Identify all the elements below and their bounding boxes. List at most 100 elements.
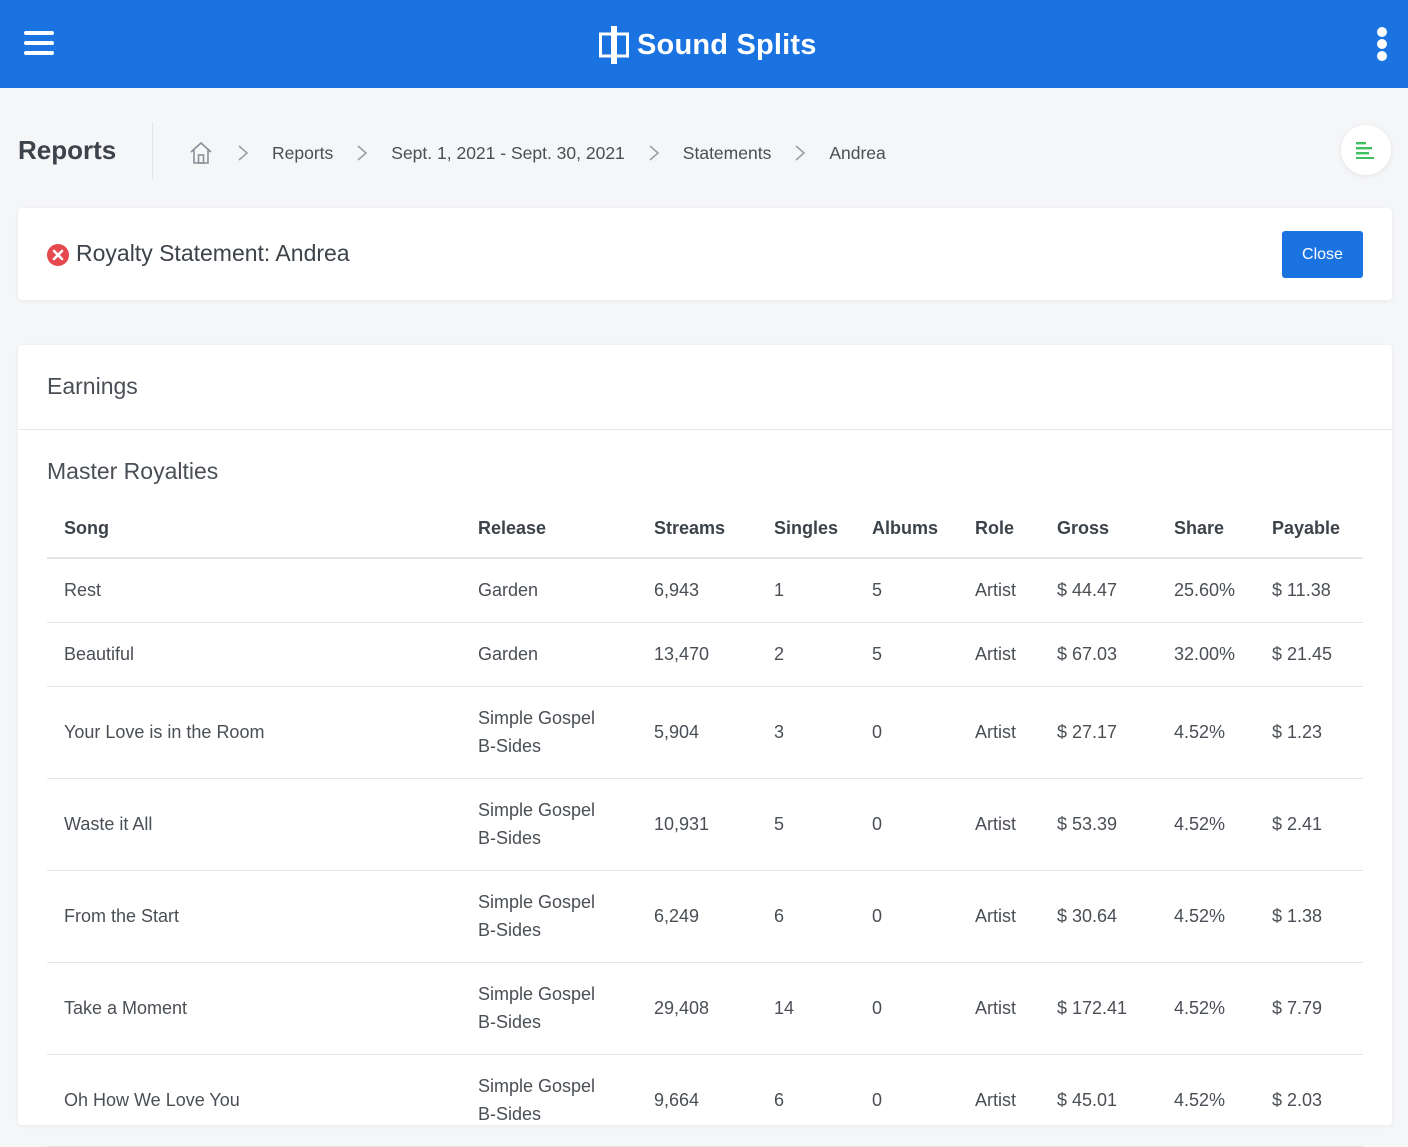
breadcrumb: Reports Sept. 1, 2021 - Sept. 30, 2021 S… [188, 138, 886, 168]
table-row: Take a Moment Simple Gospel B-Sides 29,4… [47, 962, 1363, 1055]
cell-albums: 5 [855, 622, 958, 687]
brand[interactable]: Sound Splits [599, 24, 817, 66]
cell-gross: $ 30.64 [1040, 870, 1157, 963]
cell-song: Rest [47, 558, 461, 623]
breadcrumb-reports[interactable]: Reports [272, 143, 333, 164]
chevron-right-icon [795, 145, 806, 161]
cell-gross: $ 67.03 [1040, 622, 1157, 687]
cell-albums: 0 [855, 686, 958, 779]
header-divider [152, 122, 153, 180]
table-row: Waste it All Simple Gospel B-Sides 10,93… [47, 778, 1363, 871]
cell-share: 4.52% [1157, 778, 1255, 871]
cell-albums: 0 [855, 778, 958, 871]
cell-streams: 5,904 [637, 686, 757, 779]
statement-card: Royalty Statement: Andrea Close [18, 208, 1392, 300]
cell-payable: $ 11.38 [1255, 558, 1363, 623]
cell-share: 4.52% [1157, 686, 1255, 779]
cell-release: Simple Gospel B-Sides [461, 1054, 637, 1147]
cell-streams: 9,664 [637, 1054, 757, 1147]
logo-icon [599, 26, 629, 64]
cell-payable: $ 1.38 [1255, 870, 1363, 963]
cell-song: Beautiful [47, 622, 461, 687]
earnings-card: Earnings Master Royalties Song Release S… [18, 345, 1392, 1147]
toc-button[interactable] [1341, 125, 1391, 175]
cell-role: Artist [958, 778, 1040, 871]
cell-gross: $ 45.01 [1040, 1054, 1157, 1147]
chevron-right-icon [649, 145, 660, 161]
cell-song: Oh How We Love You [47, 1054, 461, 1147]
cell-role: Artist [958, 962, 1040, 1055]
cell-albums: 5 [855, 558, 958, 623]
cell-albums: 0 [855, 870, 958, 963]
table-row: From the Start Simple Gospel B-Sides 6,2… [47, 870, 1363, 963]
cell-singles: 2 [757, 622, 855, 687]
col-header-share[interactable]: Share [1157, 500, 1255, 559]
cell-payable: $ 7.79 [1255, 962, 1363, 1055]
cell-role: Artist [958, 686, 1040, 779]
cell-payable: $ 2.03 [1255, 1054, 1363, 1147]
col-header-role[interactable]: Role [958, 500, 1040, 559]
table-header-row: Song Release Streams Singles Albums Role… [47, 500, 1363, 559]
col-header-song[interactable]: Song [47, 500, 461, 559]
breadcrumb-statements[interactable]: Statements [683, 143, 772, 164]
col-header-singles[interactable]: Singles [757, 500, 855, 559]
cell-release: Garden [461, 622, 637, 687]
cell-share: 4.52% [1157, 870, 1255, 963]
cell-song: Waste it All [47, 778, 461, 871]
cell-share: 4.52% [1157, 962, 1255, 1055]
cell-song: From the Start [47, 870, 461, 963]
cell-song: Your Love is in the Room [47, 686, 461, 779]
cell-release: Simple Gospel B-Sides [461, 962, 637, 1055]
cell-share: 25.60% [1157, 558, 1255, 623]
cell-streams: 6,943 [637, 558, 757, 623]
cell-streams: 29,408 [637, 962, 757, 1055]
cell-role: Artist [958, 1054, 1040, 1147]
breadcrumb-period[interactable]: Sept. 1, 2021 - Sept. 30, 2021 [391, 143, 625, 164]
cell-role: Artist [958, 870, 1040, 963]
cell-release: Simple Gospel B-Sides [461, 686, 637, 779]
home-icon[interactable] [188, 140, 214, 166]
col-header-albums[interactable]: Albums [855, 500, 958, 559]
royalties-table: Song Release Streams Singles Albums Role… [47, 500, 1363, 1147]
cell-payable: $ 21.45 [1255, 622, 1363, 687]
page-title: Reports [18, 135, 117, 165]
col-header-payable[interactable]: Payable [1255, 500, 1363, 559]
statement-title: Royalty Statement: Andrea [76, 240, 350, 266]
cell-gross: $ 27.17 [1040, 686, 1157, 779]
brand-name: Sound Splits [637, 28, 817, 61]
cell-streams: 13,470 [637, 622, 757, 687]
cell-release: Simple Gospel B-Sides [461, 778, 637, 871]
error-circle-icon[interactable] [47, 244, 69, 266]
more-options-icon[interactable] [1372, 27, 1392, 61]
cell-streams: 10,931 [637, 778, 757, 871]
cell-albums: 0 [855, 1054, 958, 1147]
menu-icon[interactable] [24, 31, 54, 59]
cell-singles: 6 [757, 870, 855, 963]
col-header-gross[interactable]: Gross [1040, 500, 1157, 559]
cell-share: 32.00% [1157, 622, 1255, 687]
section-title: Master Royalties [47, 458, 219, 484]
cell-gross: $ 44.47 [1040, 558, 1157, 623]
cell-payable: $ 2.41 [1255, 778, 1363, 871]
cell-singles: 6 [757, 1054, 855, 1147]
cell-gross: $ 53.39 [1040, 778, 1157, 871]
col-header-release[interactable]: Release [461, 500, 637, 559]
earnings-title: Earnings [47, 373, 138, 399]
chevron-right-icon [238, 145, 249, 161]
cell-gross: $ 172.41 [1040, 962, 1157, 1055]
table-row: Beautiful Garden 13,470 2 5 Artist $ 67.… [47, 622, 1363, 687]
cell-payable: $ 1.23 [1255, 686, 1363, 779]
cell-release: Simple Gospel B-Sides [461, 870, 637, 963]
cell-song: Take a Moment [47, 962, 461, 1055]
cell-singles: 1 [757, 558, 855, 623]
table-row: Oh How We Love You Simple Gospel B-Sides… [47, 1054, 1363, 1147]
cell-streams: 6,249 [637, 870, 757, 963]
cell-singles: 14 [757, 962, 855, 1055]
page-header: Reports Reports Sept. 1, 2021 - Sept. 30… [0, 88, 1408, 208]
align-left-icon [1356, 142, 1374, 159]
close-button[interactable]: Close [1282, 231, 1363, 278]
col-header-streams[interactable]: Streams [637, 500, 757, 559]
top-app-bar: Sound Splits [0, 0, 1408, 88]
table-row: Your Love is in the Room Simple Gospel B… [47, 686, 1363, 779]
cell-singles: 5 [757, 778, 855, 871]
